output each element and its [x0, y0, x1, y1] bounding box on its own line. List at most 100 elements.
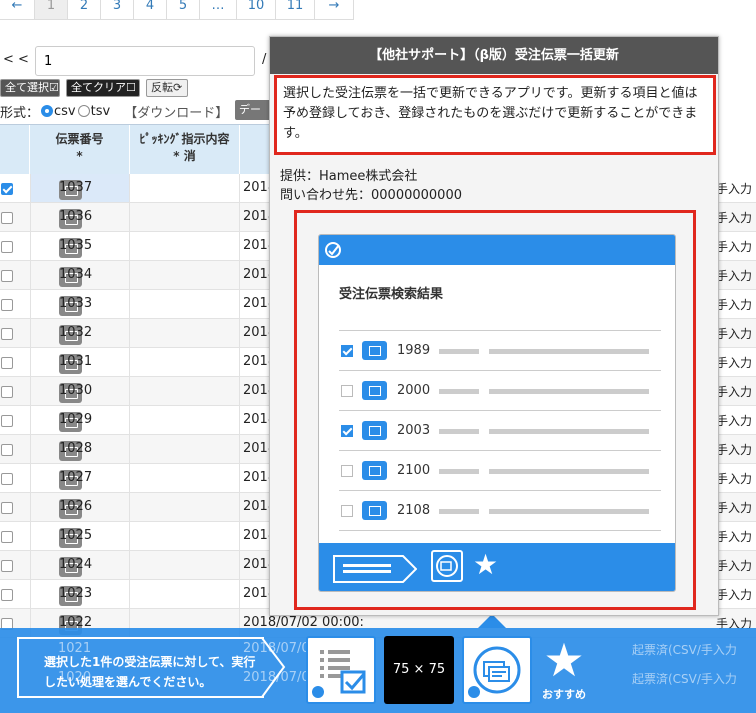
- row-number[interactable]: 1036: [59, 209, 92, 224]
- popover-description: 選択した受注伝票を一括で更新できるアプリです。更新する項目と値は予め登録しておき…: [274, 75, 716, 155]
- preview-placeholder-bar: [439, 429, 479, 434]
- row-number-cell: 1030: [30, 377, 130, 405]
- row-status: 手入力: [716, 559, 753, 573]
- row-number[interactable]: 1030: [59, 383, 92, 398]
- pagination-page-10[interactable]: 10: [236, 0, 276, 20]
- row-picking-cell: [130, 522, 240, 550]
- pagination-page-5[interactable]: 5: [166, 0, 200, 20]
- table-header: 伝票番号 * ﾋﾟｯｷﾝｸﾞ指示内容 * 消: [0, 124, 270, 175]
- app-tile-list-check[interactable]: [306, 636, 376, 704]
- action-bar: 1021 2018/07/02 00:00: 起票済(CSV/手入力 1020 2018…: [0, 628, 756, 713]
- row-checkbox[interactable]: [1, 241, 13, 253]
- row-checkbox[interactable]: [1, 589, 13, 601]
- row-number[interactable]: 1024: [59, 557, 92, 572]
- row-status: 手入力: [716, 443, 753, 457]
- download-link[interactable]: 【ダウンロード】: [124, 102, 228, 121]
- row-number-cell: 1036: [30, 203, 130, 231]
- page-input[interactable]: [35, 46, 255, 76]
- row-checkbox[interactable]: [1, 444, 13, 456]
- data-button[interactable]: デー: [235, 100, 271, 120]
- popover-caret: [478, 614, 506, 628]
- row-number[interactable]: 1035: [59, 238, 92, 253]
- pagination-page-1[interactable]: 1: [34, 0, 68, 20]
- tile-badge-icon: [312, 686, 324, 698]
- first-page-link[interactable]: < <: [3, 52, 29, 67]
- row-checkbox[interactable]: [1, 473, 13, 485]
- row-picking-cell: [130, 203, 240, 231]
- app-preview-frame: 受注伝票検索結果 1989 2000 2003 2100 2108 ★: [294, 210, 696, 610]
- row-picking-cell: [130, 377, 240, 405]
- row-number[interactable]: 1033: [59, 296, 92, 311]
- popover-title: 【他社サポート】（β版）受注伝票一括更新: [270, 37, 718, 74]
- row-checkbox[interactable]: [1, 560, 13, 572]
- format-tsv-radio[interactable]: [77, 105, 90, 117]
- format-csv-radio[interactable]: [41, 105, 54, 117]
- row-status: 手入力: [716, 588, 753, 602]
- slip-icon: [362, 501, 387, 520]
- pagination-prev[interactable]: ←: [0, 0, 35, 20]
- invert-selection-button[interactable]: 反転⟳: [146, 79, 188, 97]
- row-picking-cell: [130, 348, 240, 376]
- row-number[interactable]: 1037: [59, 180, 92, 195]
- row-number[interactable]: 1026: [59, 499, 92, 514]
- format-csv-label: csv: [54, 103, 76, 119]
- pagination-page-2[interactable]: 2: [67, 0, 101, 20]
- header-number[interactable]: 伝票番号 *: [30, 125, 130, 175]
- header-picking[interactable]: ﾋﾟｯｷﾝｸﾞ指示内容 * 消: [130, 125, 240, 175]
- preview-placeholder-bar: [489, 429, 649, 434]
- row-number[interactable]: 1025: [59, 528, 92, 543]
- row-number-cell: 1023: [30, 580, 130, 608]
- row-status: 起票済(CSV/手入力: [632, 672, 737, 686]
- pagination-next[interactable]: →: [314, 0, 354, 20]
- preview-footer: ★: [319, 543, 675, 591]
- row-checkbox[interactable]: [1, 357, 13, 369]
- preview-number: 1989: [397, 343, 431, 358]
- row-status: 手入力: [716, 211, 753, 225]
- row-number[interactable]: 1027: [59, 470, 92, 485]
- pagination-page-3[interactable]: 3: [100, 0, 134, 20]
- row-picking-cell: [130, 435, 240, 463]
- row-number-cell: 1031: [30, 348, 130, 376]
- preview-number: 2100: [397, 463, 431, 478]
- arrow-banner-icon: [333, 555, 417, 583]
- row-checkbox[interactable]: [1, 531, 13, 543]
- row-checkbox[interactable]: [1, 415, 13, 427]
- app-logo-icon: [325, 242, 341, 258]
- preview-placeholder-bar: [439, 349, 479, 354]
- slip-icon: [362, 341, 387, 360]
- row-checkbox[interactable]: [1, 183, 13, 195]
- row-checkbox[interactable]: [1, 270, 13, 282]
- row-number[interactable]: 1028: [59, 441, 92, 456]
- app-tile-placeholder[interactable]: 75 × 75: [384, 636, 454, 704]
- preview-selected-tile: [431, 550, 463, 582]
- row-checkbox[interactable]: [1, 299, 13, 311]
- preview-placeholder-bar: [439, 509, 479, 514]
- row-status: 起票済(CSV/手入力: [632, 643, 737, 657]
- row-number[interactable]: 1034: [59, 267, 92, 282]
- clear-all-button[interactable]: 全てクリア☐: [66, 79, 140, 97]
- row-picking-cell: [130, 174, 240, 202]
- row-status: 手入力: [716, 298, 753, 312]
- recommend-button[interactable]: ★ おすすめ: [534, 634, 594, 702]
- row-checkbox[interactable]: [1, 328, 13, 340]
- row-number[interactable]: 1031: [59, 354, 92, 369]
- row-number[interactable]: 1032: [59, 325, 92, 340]
- select-all-button[interactable]: 全て選択☑: [0, 79, 60, 97]
- row-picking-cell: [130, 580, 240, 608]
- pagination-ellipsis: …: [199, 0, 237, 20]
- slip-icon: [362, 421, 387, 440]
- preview-placeholder-bar: [489, 389, 649, 394]
- preview-title: 受注伝票検索結果: [339, 287, 444, 302]
- preview-placeholder-bar: [489, 469, 649, 474]
- preview-row: 2108: [339, 490, 661, 530]
- row-checkbox[interactable]: [1, 386, 13, 398]
- row-number[interactable]: 1023: [59, 586, 92, 601]
- app-tile-bulk-update[interactable]: [462, 636, 532, 704]
- row-checkbox[interactable]: [1, 212, 13, 224]
- row-number[interactable]: 1029: [59, 412, 92, 427]
- row-number-cell: 1034: [30, 261, 130, 289]
- row-picking-cell: [130, 406, 240, 434]
- pagination-page-11[interactable]: 11: [275, 0, 315, 20]
- row-checkbox[interactable]: [1, 502, 13, 514]
- pagination-page-4[interactable]: 4: [133, 0, 167, 20]
